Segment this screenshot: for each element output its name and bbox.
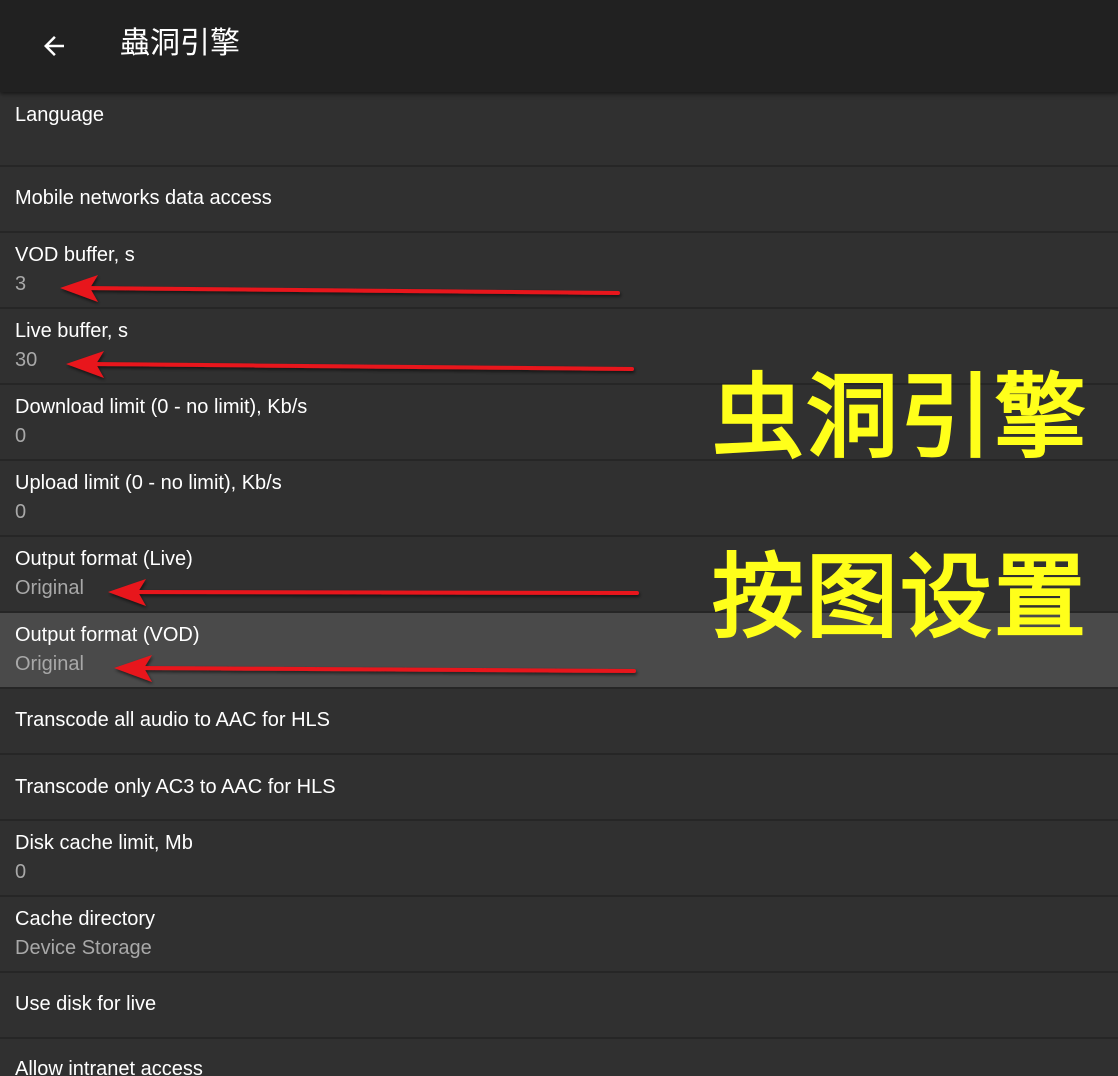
- setting-title: Use disk for live: [15, 993, 157, 1015]
- setting-title: Upload limit (0 - no limit), Kb/s: [15, 472, 282, 494]
- arrow-back-icon: [44, 36, 64, 56]
- setting-value: Original: [15, 653, 84, 675]
- setting-title: VOD buffer, s: [15, 244, 135, 266]
- annotation-subheadline: 按图设置: [712, 544, 1089, 651]
- setting-value: Device Storage: [15, 937, 152, 959]
- setting-title: Output format (Live): [15, 548, 193, 570]
- setting-row-upload-limit[interactable]: Upload limit (0 - no limit), Kb/s 0: [0, 461, 1118, 537]
- setting-title: Language: [15, 104, 104, 126]
- page-title: 蟲洞引擎: [120, 26, 240, 61]
- setting-row-language[interactable]: Language: [0, 92, 1118, 167]
- setting-row-disk-cache-limit[interactable]: Disk cache limit, Mb 0: [0, 821, 1118, 897]
- setting-title: Transcode all audio to AAC for HLS: [15, 709, 330, 731]
- setting-title: Disk cache limit, Mb: [15, 832, 193, 854]
- setting-row-use-disk-live[interactable]: Use disk for live: [0, 973, 1118, 1039]
- setting-row-transcode-ac3[interactable]: Transcode only AC3 to AAC for HLS: [0, 755, 1118, 821]
- setting-value: 0: [15, 501, 27, 523]
- setting-value: 0: [15, 425, 27, 447]
- annotation-headline: 虫洞引擎: [712, 364, 1089, 471]
- setting-value: 0: [15, 861, 27, 883]
- settings-screen: 蟲洞引擎 Language Mobile networks data acces…: [0, 0, 1118, 1076]
- setting-title: Output format (VOD): [15, 624, 200, 646]
- setting-value: Original: [15, 577, 84, 599]
- setting-value: 30: [15, 349, 38, 371]
- setting-title: Live buffer, s: [15, 320, 129, 342]
- setting-row-mobile-data[interactable]: Mobile networks data access: [0, 167, 1118, 233]
- setting-title: Mobile networks data access: [15, 187, 272, 209]
- setting-value: 3: [15, 273, 27, 295]
- app-bar: 蟲洞引擎: [0, 0, 1118, 92]
- setting-row-cache-directory[interactable]: Cache directory Device Storage: [0, 897, 1118, 973]
- setting-row-allow-intranet[interactable]: Allow intranet access: [0, 1039, 1118, 1076]
- setting-row-vod-buffer[interactable]: VOD buffer, s 3: [0, 233, 1118, 309]
- back-button[interactable]: [28, 20, 80, 72]
- setting-title: Allow intranet access: [15, 1058, 203, 1076]
- setting-title: Transcode only AC3 to AAC for HLS: [15, 776, 336, 798]
- setting-title: Download limit (0 - no limit), Kb/s: [15, 396, 308, 418]
- setting-title: Cache directory: [15, 908, 156, 930]
- setting-row-transcode-all-audio[interactable]: Transcode all audio to AAC for HLS: [0, 689, 1118, 755]
